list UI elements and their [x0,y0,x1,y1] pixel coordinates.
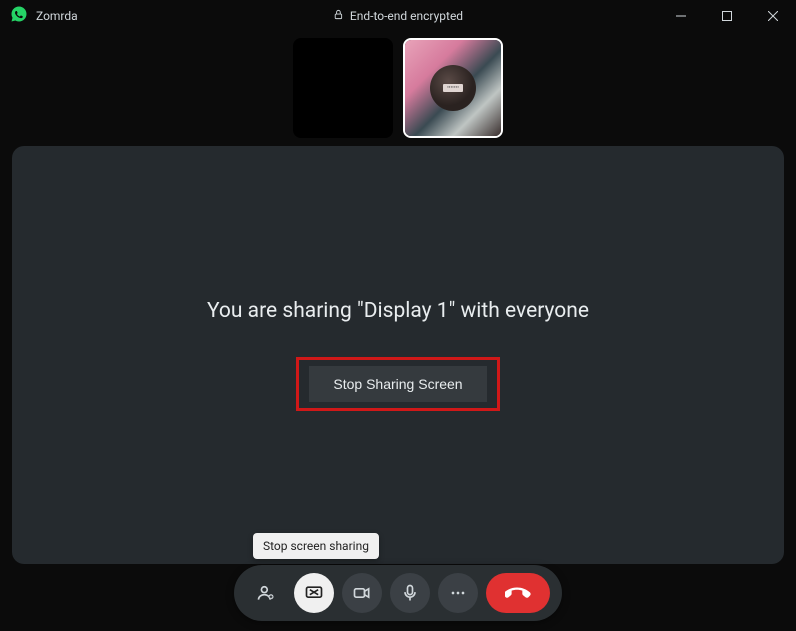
avatar-label: ••••••• [443,84,463,92]
encryption-label: End-to-end encrypted [333,9,463,23]
thumbnail-peer[interactable]: ••••••• [403,38,503,138]
maximize-button[interactable] [704,0,750,32]
tooltip: Stop screen sharing [253,533,379,559]
thumbnail-self[interactable] [293,38,393,138]
titlebar: Zomrda End-to-end encrypted [0,0,796,32]
close-button[interactable] [750,0,796,32]
stop-sharing-button[interactable]: Stop Sharing Screen [309,366,486,402]
sharing-message: You are sharing "Display 1" with everyon… [207,299,589,323]
minimize-button[interactable] [658,0,704,32]
call-controls-bar [234,565,562,621]
titlebar-left: Zomrda [10,5,78,27]
add-participant-button[interactable] [246,573,286,613]
video-button[interactable] [342,573,382,613]
main-panel: You are sharing "Display 1" with everyon… [12,146,784,564]
encryption-text: End-to-end encrypted [350,9,463,23]
lock-icon [333,9,344,23]
more-options-button[interactable] [438,573,478,613]
contact-name: Zomrda [36,9,78,23]
participant-thumbnails: ••••••• [0,32,796,146]
screen-share-button[interactable] [294,573,334,613]
whatsapp-icon [10,5,28,27]
microphone-button[interactable] [390,573,430,613]
window-controls [658,0,796,32]
end-call-button[interactable] [486,573,550,613]
annotation-highlight: Stop Sharing Screen [296,357,499,411]
